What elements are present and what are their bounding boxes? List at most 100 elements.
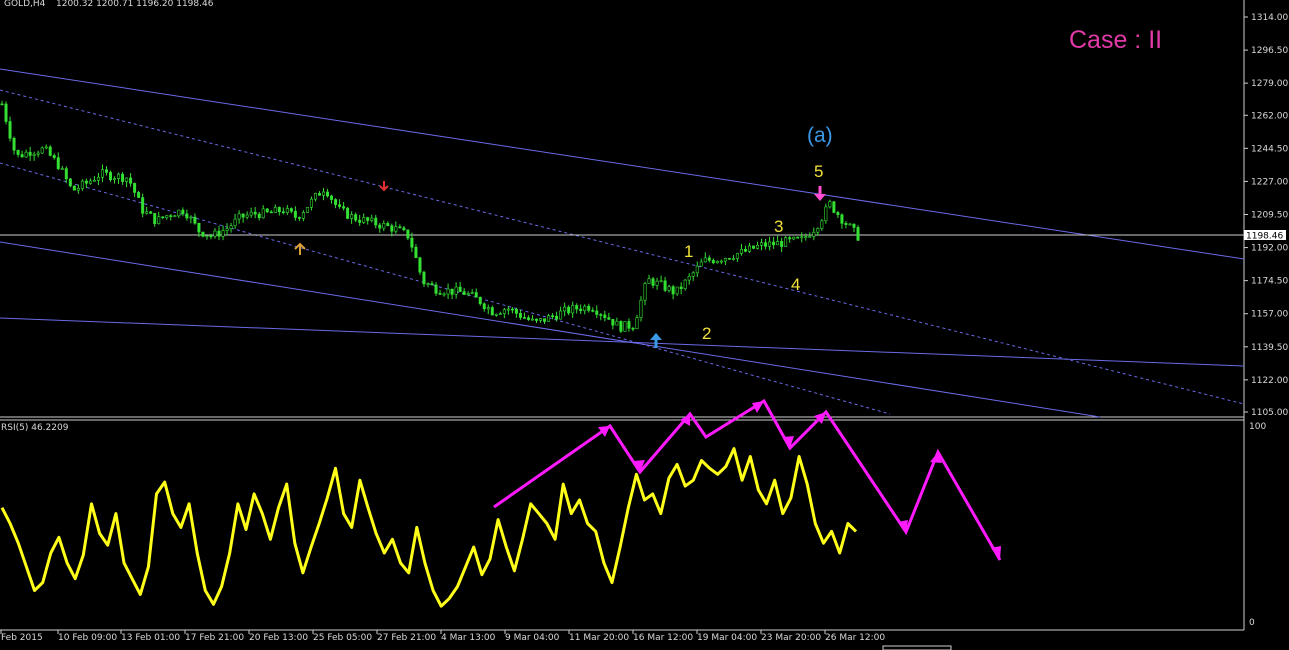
- candle-body: [390, 225, 394, 232]
- candle-body: [398, 226, 402, 229]
- candle-body: [410, 237, 414, 248]
- candle-body: [651, 278, 655, 286]
- candle-body: [522, 317, 526, 319]
- current-price-label: 1198.46: [1246, 232, 1283, 242]
- candle-body: [201, 231, 205, 237]
- price-axis: 1314.00 1296.50 1279.00 1262.00 1244.50 1227.…: [1244, 13, 1288, 418]
- candle-body: [334, 199, 338, 205]
- candle-body: [776, 241, 780, 246]
- candle-body: [418, 257, 422, 273]
- candle-body: [4, 103, 8, 122]
- candle-body: [277, 207, 281, 213]
- price-tick-label: 1209.50: [1251, 211, 1288, 221]
- candle-body: [446, 288, 450, 295]
- candle-body: [225, 228, 229, 231]
- time-tick-label: 19 Mar 04:00: [697, 633, 757, 643]
- candle-body: [844, 223, 848, 225]
- candle-body: [856, 227, 860, 241]
- candle-body: [322, 191, 326, 196]
- candle-body: [796, 236, 800, 239]
- candle-body: [458, 286, 462, 292]
- candle-body: [623, 321, 627, 332]
- candle-body: [727, 258, 731, 260]
- wave-label-4: 4: [791, 275, 800, 294]
- candle-body: [48, 146, 52, 156]
- candle-body: [760, 242, 764, 246]
- candle-body: [346, 207, 350, 219]
- candle-body: [506, 308, 510, 311]
- candle-body: [197, 222, 201, 233]
- candle-body: [679, 286, 683, 289]
- candle-body: [402, 227, 406, 231]
- candle-body: [338, 204, 342, 207]
- candle-body: [719, 260, 723, 263]
- candle-body: [832, 201, 836, 213]
- candle-body: [559, 310, 563, 320]
- candle-body: [281, 211, 285, 214]
- candle-body: [8, 121, 12, 139]
- candle-body: [526, 317, 530, 320]
- candle-body: [824, 206, 828, 222]
- wave-label-5: 5: [814, 162, 823, 181]
- candle-body: [498, 313, 502, 315]
- rsi-max-label: 100: [1249, 422, 1266, 432]
- candle-body: [607, 317, 611, 320]
- candle-body: [125, 177, 129, 182]
- candle-body: [378, 224, 382, 229]
- candle-body: [768, 241, 772, 247]
- candle-body: [643, 283, 647, 301]
- candle-body: [675, 286, 679, 295]
- candle-body: [16, 149, 20, 155]
- candle-body: [52, 155, 56, 158]
- time-tick-label: 23 Mar 20:00: [761, 633, 821, 643]
- candle-body: [691, 272, 695, 277]
- candle-body: [0, 103, 4, 106]
- candle-body: [109, 172, 113, 181]
- candle-body: [474, 292, 478, 298]
- candle-body: [627, 321, 631, 329]
- candle-body: [104, 169, 108, 173]
- candle-body: [667, 286, 671, 291]
- candle-body: [514, 308, 518, 314]
- candle-body: [245, 214, 249, 218]
- candle-body: [213, 230, 217, 237]
- candle-body: [752, 245, 756, 249]
- candle-body: [780, 241, 784, 247]
- channel-lines: [0, 68, 1245, 418]
- candle-body: [800, 236, 804, 239]
- candle-body: [571, 305, 575, 314]
- candle-body: [547, 315, 551, 322]
- candle-body: [655, 280, 659, 286]
- candle-body: [386, 223, 390, 227]
- candle-body: [269, 211, 273, 214]
- candle-body: [743, 248, 747, 252]
- candle-body: [422, 271, 426, 285]
- ohlc-header: 1200.32 1200.71 1196.20 1198.46: [56, 0, 214, 9]
- candle-body: [88, 180, 92, 184]
- candle-body: [24, 151, 28, 158]
- time-tick-label: 10 Feb 09:00: [58, 633, 117, 643]
- candle-body: [687, 276, 691, 281]
- projection-arrows: [493, 398, 1002, 561]
- candle-body: [193, 216, 197, 224]
- price-tick-label: 1157.00: [1251, 310, 1288, 320]
- candle-body: [28, 151, 32, 156]
- time-tick-label: 4 Mar 13:00: [441, 633, 496, 643]
- candle-body: [510, 308, 514, 311]
- candle-body: [567, 306, 571, 314]
- rsi-label: RSI(5) 46.2209: [1, 423, 69, 433]
- candle-body: [591, 310, 595, 312]
- price-tick-label: 1192.00: [1251, 244, 1288, 254]
- candle-body: [699, 261, 703, 267]
- time-tick-label: 17 Feb 21:00: [185, 633, 244, 643]
- candle-body: [358, 219, 362, 223]
- candle-body: [828, 201, 832, 208]
- candle-body: [739, 248, 743, 254]
- candle-body: [36, 152, 40, 155]
- candle-body: [374, 217, 378, 226]
- candle-body: [40, 147, 44, 154]
- candle-body: [486, 307, 490, 310]
- candle-body: [317, 193, 321, 196]
- candle-body: [619, 321, 623, 332]
- time-axis: Feb 2015 10 Feb 09:00 13 Feb 01:00 17 Feb 2…: [0, 630, 885, 643]
